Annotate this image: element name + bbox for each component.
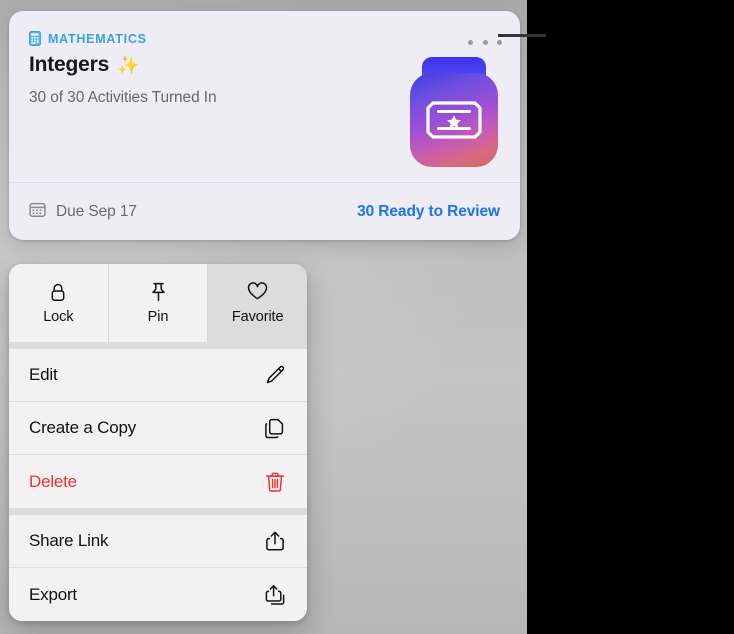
assignment-progress-text: 30 of 30 Activities Turned In xyxy=(29,89,217,106)
quick-actions-row: Lock Pin Favorite xyxy=(9,264,307,342)
assignment-card[interactable]: MATHEMATICS Integers ✨ 30 of 30 Activiti… xyxy=(9,11,520,240)
context-menu[interactable]: Lock Pin Favorite Edit Create a Copy Del… xyxy=(9,264,307,621)
quick-action-pin[interactable]: Pin xyxy=(108,264,209,342)
menu-item-delete[interactable]: Delete xyxy=(9,455,307,508)
trash-icon xyxy=(263,470,287,494)
quick-action-favorite-label: Favorite xyxy=(231,308,284,325)
quick-action-lock[interactable]: Lock xyxy=(9,264,109,342)
pin-icon xyxy=(150,282,167,302)
heart-icon xyxy=(247,282,268,302)
assignment-title: Integers xyxy=(29,53,110,76)
artwork-body xyxy=(410,73,498,167)
menu-item-edit[interactable]: Edit xyxy=(9,349,307,402)
app-artwork-ticket-star xyxy=(410,57,498,167)
duplicate-icon xyxy=(263,416,287,440)
menu-item-export-label: Export xyxy=(29,584,77,604)
menu-item-create-a-copy-label: Create a Copy xyxy=(29,418,137,437)
assignment-card-body: MATHEMATICS Integers ✨ 30 of 30 Activiti… xyxy=(9,11,520,182)
pencil-icon xyxy=(263,363,287,387)
due-date-text: Due Sep 17 xyxy=(56,202,137,220)
ellipsis-dot xyxy=(497,39,502,45)
ready-to-review-link[interactable]: 30 Ready to Review xyxy=(357,203,500,221)
assignment-title-row: Integers ✨ xyxy=(29,53,140,77)
share-icon xyxy=(263,529,287,553)
menu-group-share: Share Link Export xyxy=(9,515,307,621)
quick-action-favorite[interactable]: Favorite xyxy=(208,264,307,342)
ticket-star-glyph xyxy=(426,101,482,139)
callout-leader-line xyxy=(498,34,546,37)
due-date-group: Due Sep 17 xyxy=(29,201,137,223)
quick-action-pin-label: Pin xyxy=(147,308,169,325)
menu-item-edit-label: Edit xyxy=(29,365,58,384)
export-stack-icon xyxy=(263,583,287,607)
calendar-icon xyxy=(29,201,46,223)
calculator-icon xyxy=(29,31,41,46)
menu-item-export[interactable]: Export xyxy=(9,568,307,621)
menu-group-separator xyxy=(9,508,307,515)
ellipsis-dot xyxy=(482,39,488,45)
sparkles-icon: ✨ xyxy=(117,55,140,75)
menu-item-share-link-label: Share Link xyxy=(29,531,109,550)
quick-action-lock-label: Lock xyxy=(43,308,74,325)
lock-icon xyxy=(50,282,66,302)
subject-row: MATHEMATICS xyxy=(29,31,147,46)
assignment-card-footer: Due Sep 17 30 Ready to Review xyxy=(9,182,520,240)
black-matte xyxy=(527,0,734,634)
menu-item-create-a-copy[interactable]: Create a Copy xyxy=(9,402,307,455)
subject-label: MATHEMATICS xyxy=(48,31,147,46)
menu-item-delete-label: Delete xyxy=(29,471,77,491)
ellipsis-dot xyxy=(468,39,473,45)
menu-group-separator xyxy=(9,342,307,349)
ellipsis-icon[interactable] xyxy=(468,33,502,51)
menu-item-share-link[interactable]: Share Link xyxy=(9,515,307,568)
menu-group-primary: Edit Create a Copy Delete xyxy=(9,349,307,508)
screen: MATHEMATICS Integers ✨ 30 of 30 Activiti… xyxy=(0,0,734,634)
